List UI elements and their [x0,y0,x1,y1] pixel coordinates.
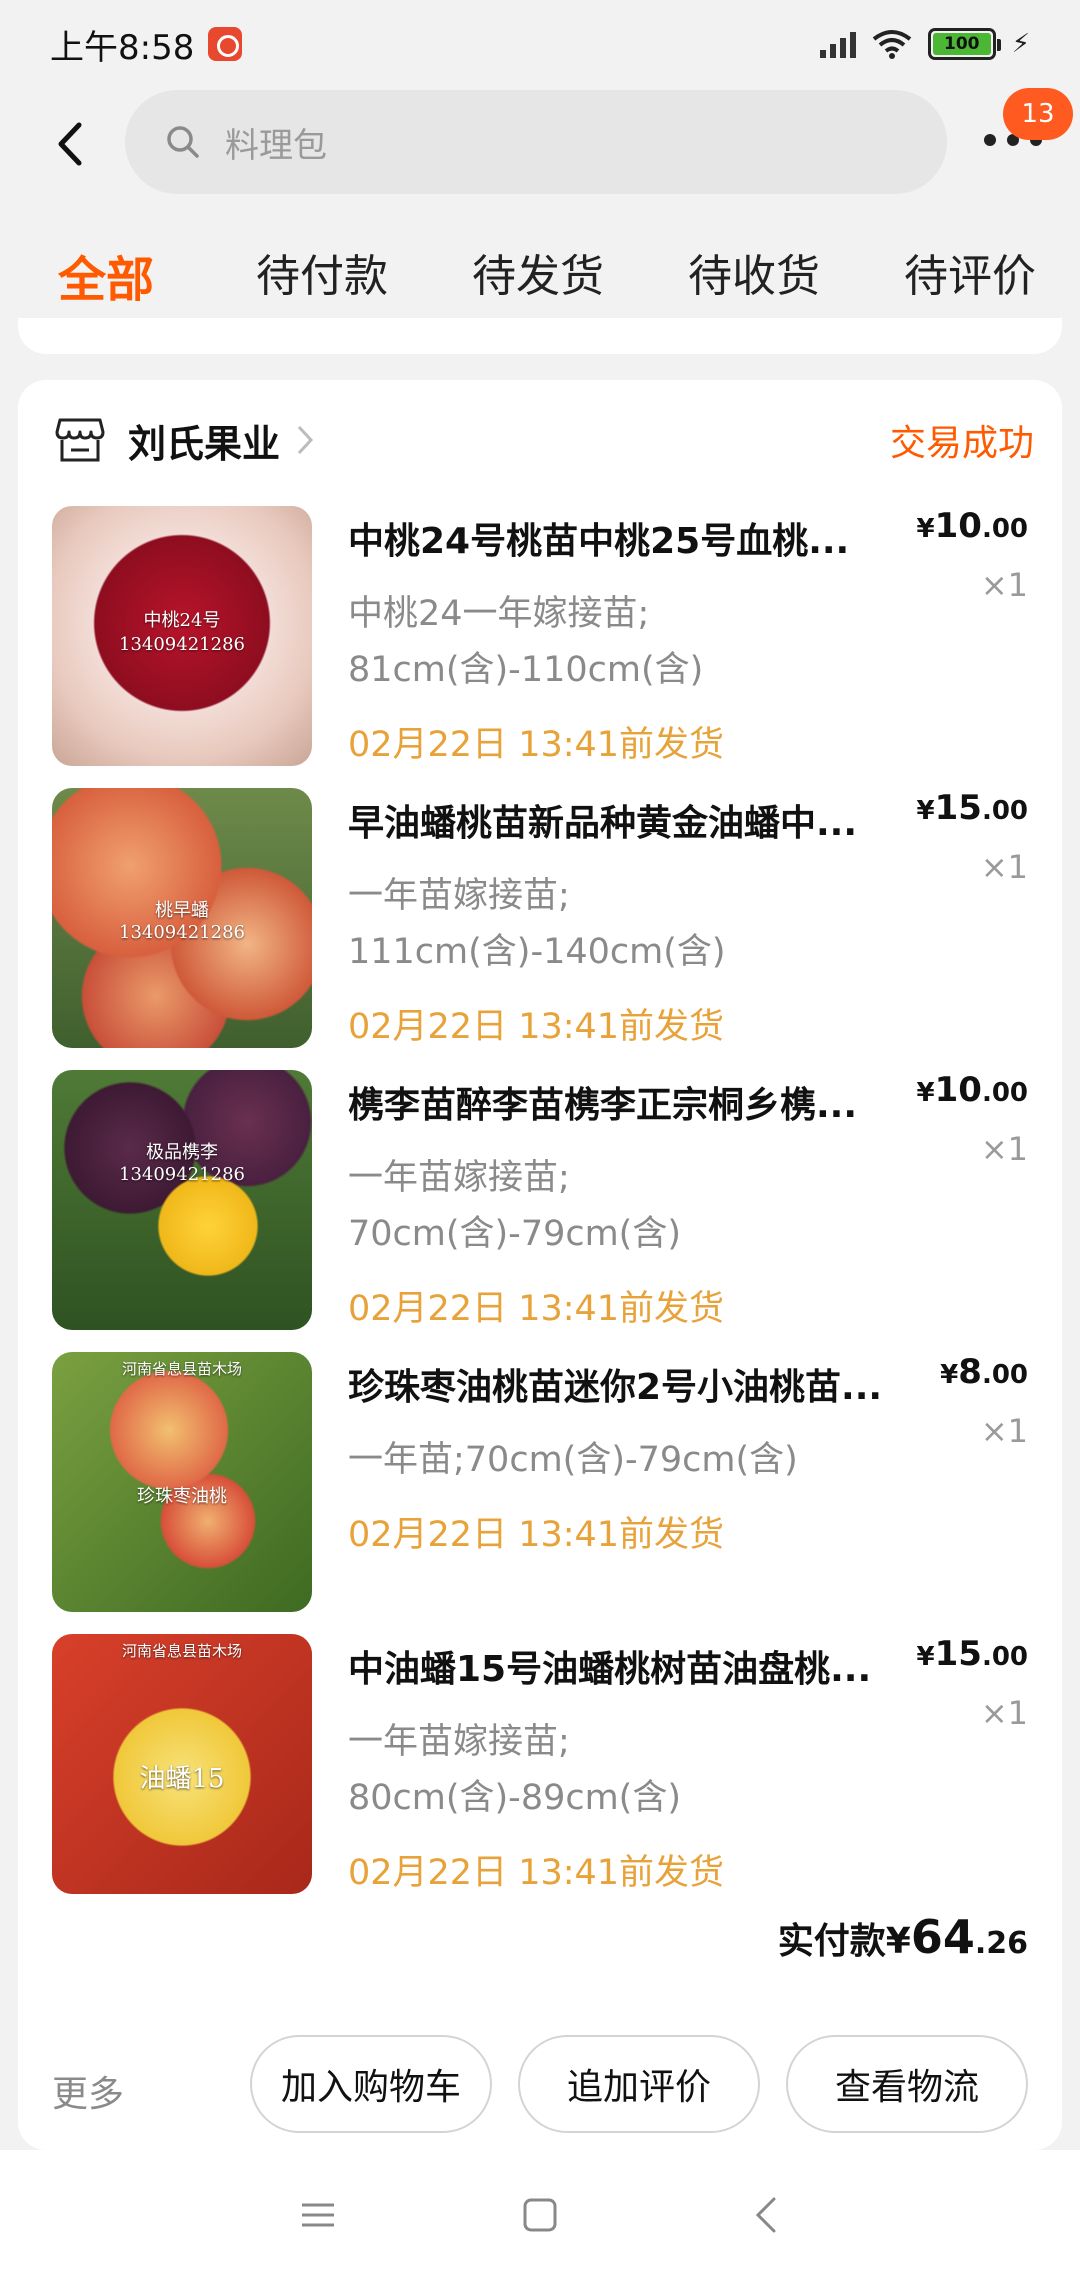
product-spec: 一年苗嫁接苗; 80cm(含)-89cm(含) [348,1722,681,1818]
shop-header[interactable]: 刘氏果业 交易成功 [54,410,1034,470]
status-time: 上午8:58 [50,27,195,68]
search-placeholder: 料理包 [225,125,327,166]
product-price: ¥10.00 [916,1070,1028,1110]
message-count-badge: 13 [1003,88,1073,140]
product-quantity: ×1 [980,1130,1028,1168]
product-price: ¥15.00 [916,1634,1028,1674]
back-arrow-icon [58,122,82,166]
system-nav-bar [0,2150,1080,2280]
nav-back-icon[interactable] [748,2195,788,2235]
ship-deadline: 02月22日 13:41前发货 [348,1515,725,1555]
previous-order-card [18,318,1062,354]
ship-deadline: 02月22日 13:41前发货 [348,1007,725,1047]
order-card[interactable]: 刘氏果业 交易成功 中桃24号 13409421286 中桃24号桃苗中桃25号… [18,380,1062,2150]
product-image[interactable]: 河南省息县苗木场 油蟠15 [52,1634,312,1894]
chevron-right-icon [297,425,314,455]
tab-pending-payment[interactable]: 待付款 [256,240,388,304]
product-title[interactable]: 中油蟠15号油蟠桃树苗油盘桃... [348,1640,948,1692]
product-price: ¥10.00 [916,506,1028,546]
status-indicators: 100 ⚡ [819,28,1030,60]
product-price: ¥8.00 [940,1352,1028,1392]
order-item[interactable]: 桃早蟠 13409421286 早油蟠桃苗新品种黄金油蟠中... 一年苗嫁接苗;… [52,788,1028,1048]
tab-all[interactable]: 全部 [58,240,154,310]
search-input[interactable]: 料理包 [125,90,947,194]
product-image[interactable]: 极品槜李 13409421286 [52,1070,312,1330]
product-spec: 一年苗嫁接苗; 70cm(含)-79cm(含) [348,1158,681,1254]
product-quantity: ×1 [980,1694,1028,1732]
add-review-button[interactable]: 追加评价 [518,2035,760,2133]
product-spec: 中桃24一年嫁接苗; 81cm(含)-110cm(含) [348,594,704,690]
product-title[interactable]: 槜李苗醉李苗槜李正宗桐乡槜... [348,1076,948,1128]
charging-icon: ⚡ [1011,29,1030,59]
order-status: 交易成功 [889,423,1034,464]
order-tabs: 全部 待付款 待发货 待收货 待评价 [0,230,1080,326]
signal-icon [819,30,856,58]
shop-name[interactable]: 刘氏果业 [128,413,280,468]
header: 料理包 13 [0,88,1080,200]
product-spec: 一年苗嫁接苗; 111cm(含)-140cm(含) [348,876,726,972]
ship-deadline: 02月22日 13:41前发货 [348,1289,725,1329]
product-spec: 一年苗;70cm(含)-79cm(含) [348,1440,798,1480]
battery-level: 100 [932,33,991,55]
status-bar: 上午8:58 100 ⚡ [0,0,1080,88]
ship-deadline: 02月22日 13:41前发货 [348,725,725,765]
search-icon [167,126,199,158]
order-item[interactable]: 河南省息县苗木场 油蟠15 中油蟠15号油蟠桃树苗油盘桃... 一年苗嫁接苗; … [52,1634,1028,1894]
back-button[interactable] [50,118,90,170]
order-total: 实付款¥ 64.26 [777,1910,1028,1964]
tab-pending-shipment[interactable]: 待发货 [472,240,604,304]
product-title[interactable]: 中桃24号桃苗中桃25号血桃... [348,512,948,564]
wifi-icon [872,30,911,59]
product-quantity: ×1 [980,566,1028,604]
home-icon[interactable] [520,2195,560,2235]
ship-deadline: 02月22日 13:41前发货 [348,1853,725,1893]
more-actions-link[interactable]: 更多 [52,2065,124,2117]
tab-pending-review[interactable]: 待评价 [904,240,1036,304]
product-image[interactable]: 桃早蟠 13409421286 [52,788,312,1048]
product-title[interactable]: 早油蟠桃苗新品种黄金油蟠中... [348,794,948,846]
order-item[interactable]: 河南省息县苗木场 珍珠枣油桃 珍珠枣油桃苗迷你2号小油桃苗... 一年苗;70c… [52,1352,1028,1612]
product-price: ¥15.00 [916,788,1028,828]
product-title[interactable]: 珍珠枣油桃苗迷你2号小油桃苗... [348,1358,948,1410]
menu-icon[interactable] [298,2195,338,2235]
product-quantity: ×1 [980,1412,1028,1450]
app-notification-icon [208,27,243,61]
order-item[interactable]: 中桃24号 13409421286 中桃24号桃苗中桃25号血桃... 中桃24… [52,506,1028,766]
tab-pending-receipt[interactable]: 待收货 [688,240,820,304]
order-item[interactable]: 极品槜李 13409421286 槜李苗醉李苗槜李正宗桐乡槜... 一年苗嫁接苗… [52,1070,1028,1330]
view-logistics-button[interactable]: 查看物流 [786,2035,1028,2133]
product-image[interactable]: 河南省息县苗木场 珍珠枣油桃 [52,1352,312,1612]
product-quantity: ×1 [980,848,1028,886]
product-image[interactable]: 中桃24号 13409421286 [52,506,312,766]
battery-icon: 100 [927,28,1001,60]
shop-icon [55,418,105,462]
add-to-cart-button[interactable]: 加入购物车 [250,2035,492,2133]
order-actions: 更多 加入购物车 追加评价 查看物流 [52,2035,1028,2135]
